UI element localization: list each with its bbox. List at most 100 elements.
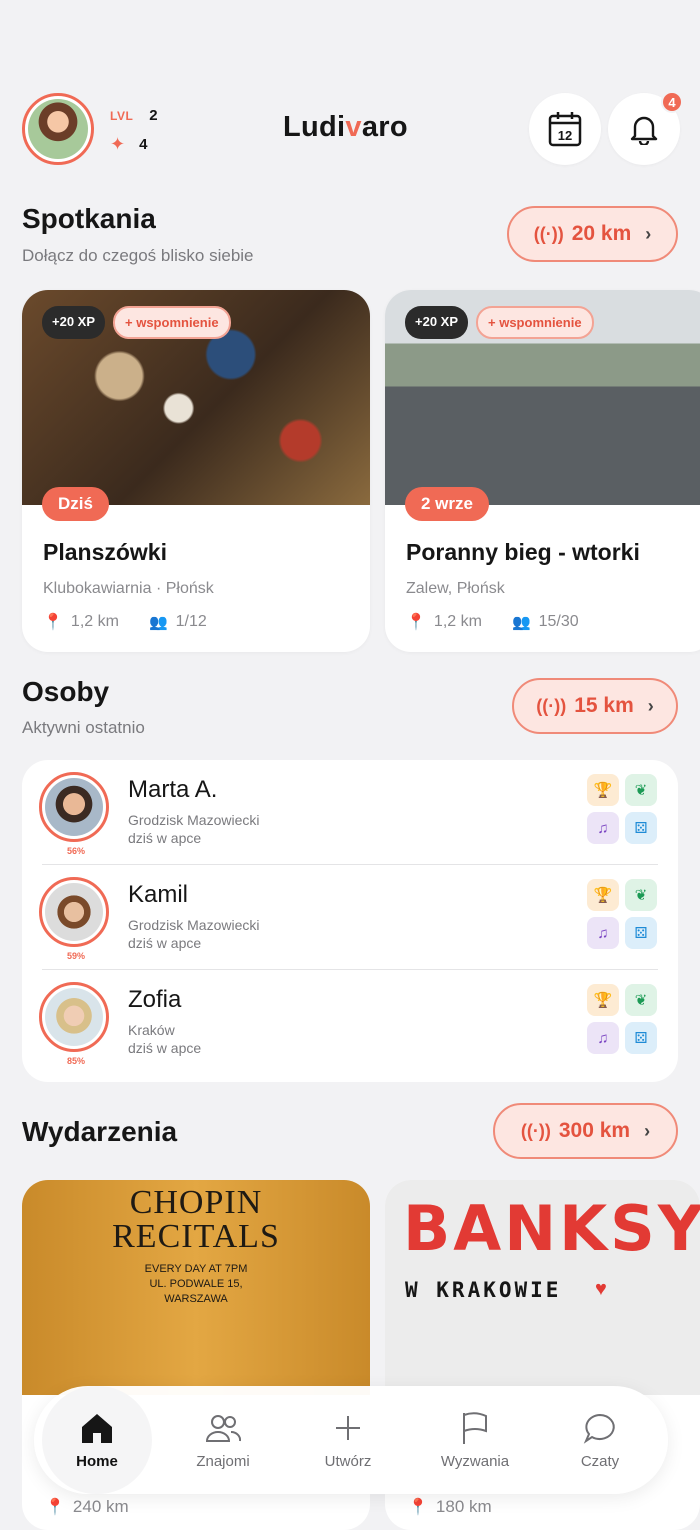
event-distance: 180 km xyxy=(435,1497,492,1516)
person-city: Kraków xyxy=(128,1022,175,1038)
person-row[interactable]: 59% Kamil Grodzisk Mazowiecki dziś w apc… xyxy=(22,865,678,969)
people-range: 15 km xyxy=(574,694,634,717)
level-value: 2 xyxy=(149,107,158,124)
meetup-distance: 1,2 km xyxy=(70,613,119,630)
match-percent: 85% xyxy=(66,1056,85,1066)
match-percent: 59% xyxy=(66,951,85,961)
person-last-seen: dziś w apce xyxy=(128,830,202,846)
nav-label: Home xyxy=(76,1452,118,1470)
memory-chip: + wspomnienie xyxy=(476,306,594,339)
interest-tags: 🏆 ❦ ♫ ⚄ xyxy=(587,879,657,949)
music-icon: ♫ xyxy=(587,1022,619,1054)
flag-icon xyxy=(460,1411,490,1445)
music-icon: ♫ xyxy=(587,812,619,844)
meetup-title: Planszówki xyxy=(43,539,167,565)
meetup-place: Zalew, Płońsk xyxy=(406,580,505,597)
sparkles-icon: ✦ xyxy=(110,134,126,154)
date-pill: 2 wrze xyxy=(405,487,489,521)
logo-prefix: Ludi xyxy=(283,111,346,143)
nav-chats[interactable]: Czaty xyxy=(545,1386,655,1494)
participants-icon: 👥 xyxy=(148,614,168,631)
event-meta: 📍 240 km xyxy=(45,1497,129,1517)
meetup-card[interactable]: +20 XP + wspomnienie 2 wrze Poranny bieg… xyxy=(385,290,700,652)
meetup-meta: 📍 1,2 km 👥 1/12 xyxy=(43,612,370,632)
calendar-day: 12 xyxy=(558,128,572,143)
poster-line: EVERY DAY AT 7PM xyxy=(144,1263,248,1275)
meetup-image: +20 XP + wspomnienie 2 wrze xyxy=(385,290,700,521)
person-last-seen: dziś w apce xyxy=(128,1040,202,1056)
dice-icon: ⚄ xyxy=(625,1022,657,1054)
meetup-participants: 1/12 xyxy=(175,613,207,630)
person-avatar xyxy=(39,982,109,1052)
plus-icon xyxy=(333,1411,363,1445)
poster-subtitle: RECITALS xyxy=(112,1218,280,1255)
event-meta: 📍 180 km xyxy=(408,1497,492,1517)
location-pin-icon: 📍 xyxy=(406,614,426,631)
notification-badge: 4 xyxy=(661,91,683,113)
person-row[interactable]: 56% Marta A. Grodzisk Mazowiecki dziś w … xyxy=(22,760,678,864)
trophy-icon: 🏆 xyxy=(587,879,619,911)
nav-label: Utwórz xyxy=(324,1452,372,1470)
logo-suffix: aro xyxy=(361,111,408,143)
person-avatar xyxy=(39,772,109,842)
meetup-card[interactable]: +20 XP + wspomnienie Dziś Planszówki Klu… xyxy=(22,290,370,652)
level-label: LVL xyxy=(110,108,134,123)
meetups-range: 20 km xyxy=(571,222,632,245)
nav-home[interactable]: Home xyxy=(42,1386,152,1494)
meetups-title: Spotkania xyxy=(22,203,156,234)
calendar-icon: 12 xyxy=(548,112,582,147)
avatar-image xyxy=(28,99,88,159)
nav-label: Znajomi xyxy=(196,1452,250,1470)
date-pill: Dziś xyxy=(42,487,109,521)
people-subtitle: Aktywni ostatnio xyxy=(22,718,145,737)
xp-chip: +20 XP xyxy=(405,306,469,339)
poster-line: UL. PODWALE 15, xyxy=(149,1278,243,1290)
bottom-navigation: Home Znajomi Utwórz Wyzwania Czaty xyxy=(34,1386,668,1494)
person-row[interactable]: 85% Zofia Kraków dziś w apce 🏆 ❦ ♫ ⚄ xyxy=(22,970,678,1074)
meetup-meta: 📍 1,2 km 👥 15/30 xyxy=(406,612,700,632)
people-range-button[interactable]: ((·)) 15 km › xyxy=(512,678,678,734)
notifications-button[interactable]: 4 xyxy=(608,91,683,165)
memory-chip: + wspomnienie xyxy=(113,306,231,339)
logo-accent: v xyxy=(345,111,362,143)
dice-icon: ⚄ xyxy=(625,917,657,949)
events-range-button[interactable]: ((·)) 300 km › xyxy=(493,1103,678,1159)
meetup-image: +20 XP + wspomnienie Dziś xyxy=(22,290,370,521)
participants-icon: 👥 xyxy=(511,614,531,631)
people-list: 56% Marta A. Grodzisk Mazowiecki dziś w … xyxy=(22,760,678,1082)
person-name: Marta A. xyxy=(128,776,218,803)
nav-label: Czaty xyxy=(580,1452,620,1470)
music-icon: ♫ xyxy=(587,917,619,949)
friends-icon xyxy=(204,1411,242,1445)
app-logo: Ludivaro xyxy=(283,111,408,144)
location-pin-icon: 📍 xyxy=(408,1499,428,1516)
nav-create[interactable]: Utwórz xyxy=(293,1386,403,1494)
person-avatar xyxy=(39,877,109,947)
person-city: Grodzisk Mazowiecki xyxy=(128,812,260,828)
trophy-icon: 🏆 xyxy=(587,984,619,1016)
bell-icon xyxy=(630,116,658,145)
nav-friends[interactable]: Znajomi xyxy=(168,1386,278,1494)
people-title: Osoby xyxy=(22,676,110,707)
trophy-icon: 🏆 xyxy=(587,774,619,806)
leaf-icon: ❦ xyxy=(625,879,657,911)
level-indicator: LVL 2 xyxy=(110,107,158,124)
chat-bubble-icon xyxy=(583,1411,617,1445)
meetups-range-button[interactable]: ((·)) 20 km › xyxy=(507,206,678,262)
poster-subtitle: W KRAKOWIE xyxy=(405,1278,562,1302)
meetup-distance: 1,2 km xyxy=(433,613,482,630)
person-name: Kamil xyxy=(128,881,189,908)
interest-tags: 🏆 ❦ ♫ ⚄ xyxy=(587,984,657,1054)
chevron-right-icon: › xyxy=(645,223,652,244)
person-last-seen: dziś w apce xyxy=(128,935,202,951)
meetups-subtitle: Dołącz do czegoś blisko siebie xyxy=(22,246,254,265)
meetup-title: Poranny bieg - wtorki xyxy=(406,539,640,565)
calendar-button[interactable]: 12 xyxy=(529,93,601,165)
user-avatar[interactable] xyxy=(22,93,94,165)
signal-icon: ((·)) xyxy=(533,223,564,244)
poster-title: CHOPIN xyxy=(129,1184,263,1221)
location-pin-icon: 📍 xyxy=(43,614,63,631)
leaf-icon: ❦ xyxy=(625,774,657,806)
chevron-right-icon: › xyxy=(647,695,654,716)
nav-challenges[interactable]: Wyzwania xyxy=(420,1386,530,1494)
